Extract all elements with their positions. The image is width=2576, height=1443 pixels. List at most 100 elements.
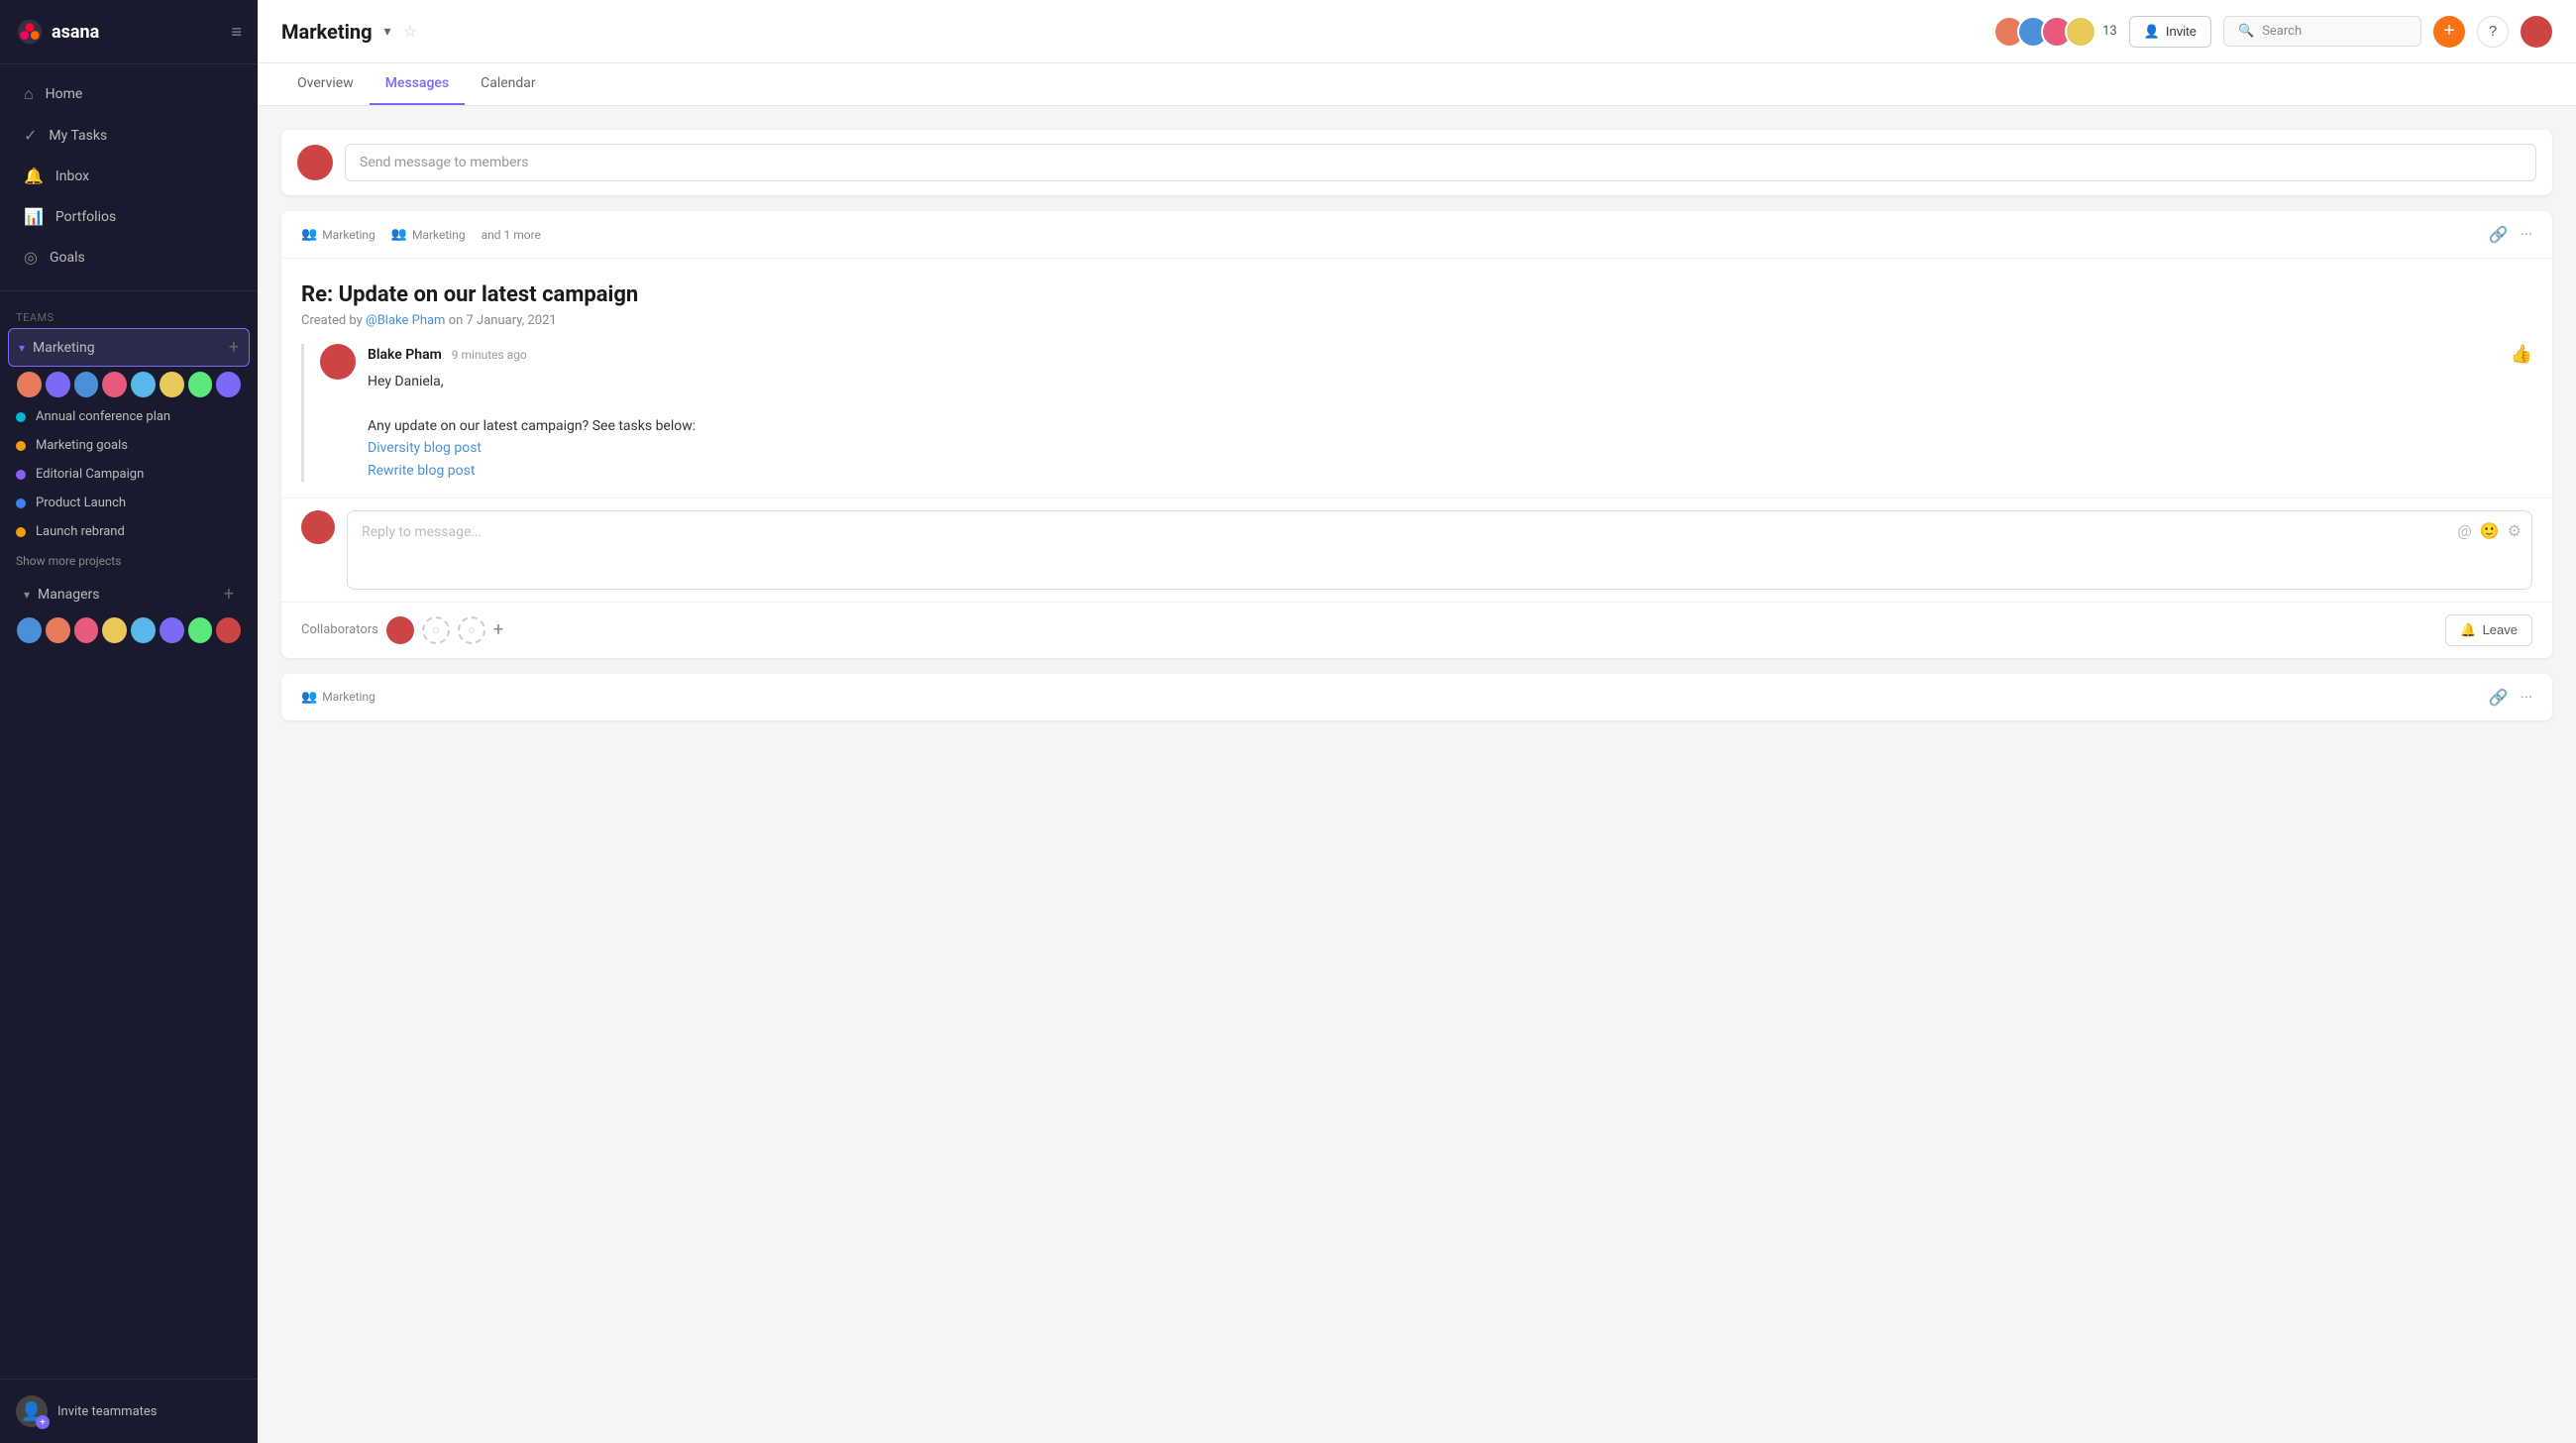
topbar-right: 13 👤 Invite 🔍 Search + ? <box>1993 16 2552 48</box>
like-icon[interactable]: 👍 <box>2511 344 2532 365</box>
topbar: Marketing ▾ ☆ 13 👤 Invite 🔍 Search + <box>258 0 2576 63</box>
project-dot <box>16 470 26 480</box>
sidebar-item-portfolios[interactable]: 📊 Portfolios <box>8 197 250 236</box>
marketing-members <box>0 367 258 402</box>
member-avatar <box>73 371 100 398</box>
messages-content: Send message to members 👥 Marketing 👥 Ma… <box>258 106 2576 1443</box>
search-bar[interactable]: 🔍 Search <box>2223 16 2421 47</box>
home-icon: ⌂ <box>24 84 34 104</box>
thread-author: Blake Pham <box>368 347 442 363</box>
more-icon[interactable]: ··· <box>2520 688 2532 707</box>
member-avatar <box>73 616 100 644</box>
at-icon[interactable]: @ <box>2457 521 2471 540</box>
project-dot <box>16 412 26 422</box>
invite-button[interactable]: 👤 Invite <box>2129 16 2211 48</box>
reply-input[interactable]: Reply to message... @ 🙂 ⚙ <box>347 510 2532 590</box>
tab-overview[interactable]: Overview <box>281 63 370 105</box>
search-icon: 🔍 <box>2238 24 2254 39</box>
link-icon[interactable]: 🔗 <box>2489 225 2509 244</box>
message-thread: Blake Pham 9 minutes ago 👍 Hey Daniela, … <box>301 344 2532 482</box>
sidebar-header: asana ≡ <box>0 0 258 64</box>
member-avatar <box>45 371 71 398</box>
message-card-1: 👥 Marketing 👥 Marketing and 1 more 🔗 ···… <box>281 211 2552 658</box>
team-add-button[interactable]: + <box>224 584 234 605</box>
member-avatar <box>215 616 242 644</box>
thread-greeting: Hey Daniela, Any update on our latest ca… <box>368 371 2532 482</box>
chevron-down-icon[interactable]: ▾ <box>384 24 391 40</box>
show-more-projects[interactable]: Show more projects <box>0 546 258 576</box>
chevron-down-icon: ▾ <box>24 588 30 602</box>
meta-team-2: 👥 Marketing <box>391 227 466 242</box>
member-avatar <box>101 616 128 644</box>
member-stack: 13 <box>1993 16 2117 48</box>
sidebar-toggle[interactable]: ≡ <box>231 22 242 43</box>
add-collaborator-icon[interactable]: + <box>493 619 503 640</box>
emoji-icon[interactable]: 🙂 <box>2480 521 2500 540</box>
member-avatar <box>101 371 128 398</box>
sidebar-item-my-tasks[interactable]: ✓ My Tasks <box>8 116 250 155</box>
thread-time: 9 minutes ago <box>452 348 527 362</box>
tab-calendar[interactable]: Calendar <box>465 63 552 105</box>
team-icon: 👥 <box>391 227 407 242</box>
member-avatar <box>16 371 43 398</box>
invite-teammates-bar[interactable]: 👤 + Invite teammates <box>0 1379 258 1443</box>
main-content: Marketing ▾ ☆ 13 👤 Invite 🔍 Search + <box>258 0 2576 1443</box>
composer-avatar <box>297 145 333 180</box>
member-avatar <box>187 616 214 644</box>
managers-members <box>0 612 258 648</box>
add-collaborator-button[interactable]: ○ <box>422 616 450 644</box>
project-dot <box>16 499 26 508</box>
member-avatar <box>187 371 214 398</box>
member-avatar <box>159 371 185 398</box>
rewrite-post-link[interactable]: Rewrite blog post <box>368 460 2532 482</box>
project-item-annual[interactable]: Annual conference plan <box>0 402 258 431</box>
sidebar-item-inbox[interactable]: 🔔 Inbox <box>8 157 250 195</box>
more-icon[interactable]: ··· <box>2520 225 2532 244</box>
teams-section-label: Teams <box>0 295 258 328</box>
user-avatar[interactable] <box>2521 16 2552 48</box>
project-dot <box>16 527 26 537</box>
message-meta: 👥 Marketing 👥 Marketing and 1 more 🔗 ··· <box>281 211 2552 259</box>
tab-messages[interactable]: Messages <box>370 63 465 105</box>
reply-avatar <box>301 510 335 544</box>
sidebar-item-home[interactable]: ⌂ Home <box>8 74 250 114</box>
topbar-left: Marketing ▾ ☆ <box>281 20 417 44</box>
diversity-post-link[interactable]: Diversity blog post <box>368 437 2532 459</box>
message-composer: Send message to members <box>281 130 2552 195</box>
team-item-managers[interactable]: ▾ Managers + <box>8 576 250 612</box>
leave-button[interactable]: 🔔 Leave <box>2445 614 2532 646</box>
preview-meta: 👥 Marketing 🔗 ··· <box>281 674 2552 721</box>
tab-bar: Overview Messages Calendar <box>258 63 2576 106</box>
project-item-launch-rebrand[interactable]: Launch rebrand <box>0 517 258 546</box>
project-dot <box>16 441 26 451</box>
team-icon: 👥 <box>301 227 317 242</box>
settings-icon[interactable]: ⚙ <box>2508 521 2522 540</box>
member-avatar <box>215 371 242 398</box>
author-link[interactable]: @Blake Pham <box>366 313 445 328</box>
bell-icon: 🔔 <box>2460 622 2476 638</box>
chart-icon: 📊 <box>24 207 44 226</box>
message-input[interactable]: Send message to members <box>345 144 2536 181</box>
project-item-product-launch[interactable]: Product Launch <box>0 489 258 517</box>
team-item-marketing[interactable]: ▾ Marketing + <box>8 328 250 367</box>
link-icon[interactable]: 🔗 <box>2489 688 2509 707</box>
project-item-editorial[interactable]: Editorial Campaign <box>0 460 258 489</box>
sidebar: asana ≡ ⌂ Home ✓ My Tasks 🔔 Inbox 📊 Port… <box>0 0 258 1443</box>
thread-avatar <box>320 344 356 380</box>
add-button[interactable]: + <box>2433 16 2465 48</box>
team-add-button[interactable]: + <box>229 337 239 358</box>
star-icon[interactable]: ☆ <box>403 22 417 41</box>
message-body: Re: Update on our latest campaign Create… <box>281 259 2552 498</box>
thread-message: Blake Pham 9 minutes ago 👍 Hey Daniela, … <box>320 344 2532 482</box>
chevron-down-icon: ▾ <box>19 341 25 355</box>
member-avatar <box>16 616 43 644</box>
sidebar-item-goals[interactable]: ◎ Goals <box>8 238 250 277</box>
goals-icon: ◎ <box>24 248 38 267</box>
project-item-marketing-goals[interactable]: Marketing goals <box>0 431 258 460</box>
help-button[interactable]: ? <box>2477 16 2509 48</box>
add-collaborator-button[interactable]: ○ <box>458 616 485 644</box>
message-created: Created by @Blake Pham on 7 January, 202… <box>301 313 2532 328</box>
member-avatar <box>159 616 185 644</box>
reply-box: Reply to message... @ 🙂 ⚙ <box>281 498 2552 602</box>
check-icon: ✓ <box>24 126 37 145</box>
